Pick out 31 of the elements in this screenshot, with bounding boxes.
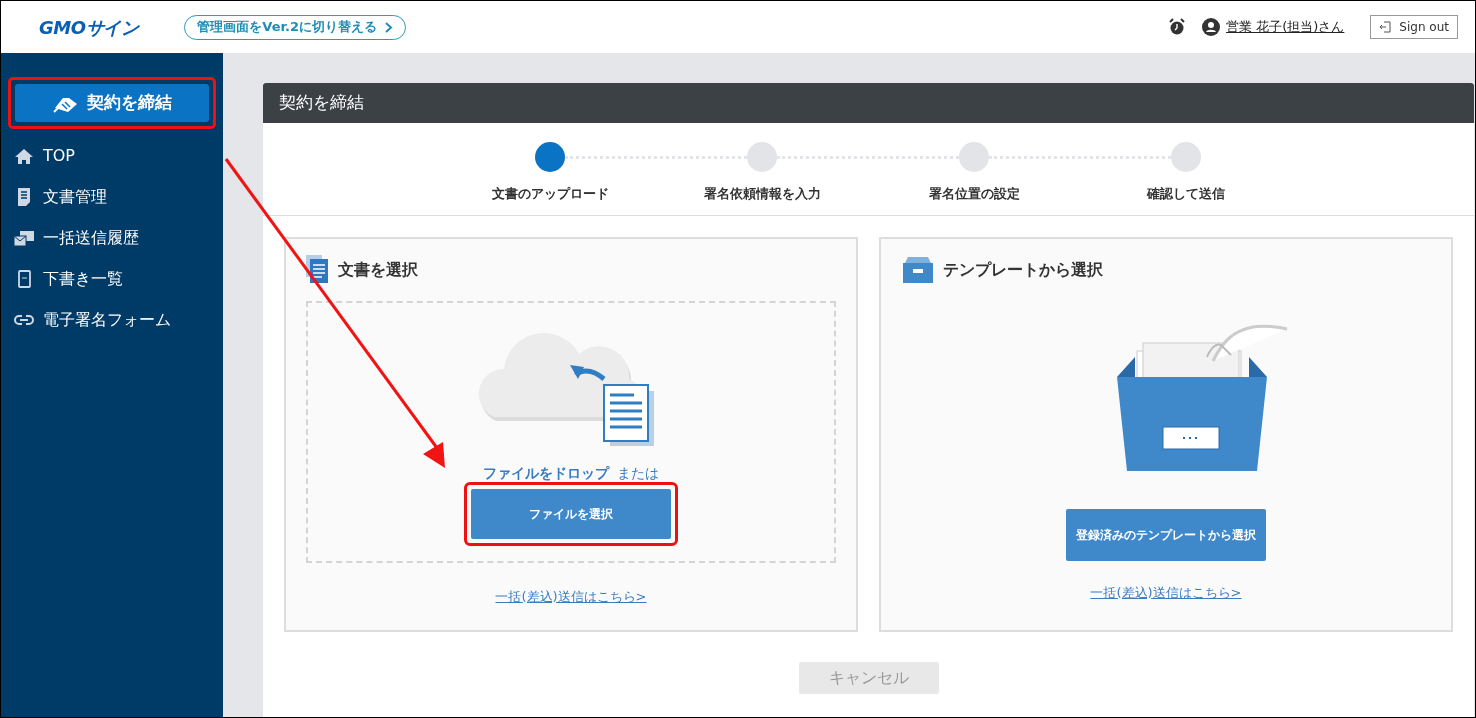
step-label: 署名位置の設定: [928, 186, 1020, 201]
sidebar-item[interactable]: 電子署名フォーム: [1, 299, 223, 340]
sign-out-button[interactable]: Sign out: [1370, 15, 1458, 39]
step-label: 署名依頼情報を入力: [703, 186, 821, 201]
file-drop-zone[interactable]: ファイルをドロップ または ファイルを選択: [306, 301, 836, 563]
conclude-contract-button[interactable]: 契約を締結: [15, 84, 209, 122]
sidebar-item[interactable]: 文書管理: [1, 176, 223, 217]
select-template-button[interactable]: 登録済みのテンプレートから選択: [1066, 509, 1266, 561]
mail-stack-icon: [14, 228, 34, 247]
user-name-link[interactable]: 営業 花子(担当)さん: [1226, 17, 1345, 37]
sidebar-item[interactable]: TOP: [1, 135, 223, 176]
drop-instruction: ファイルをドロップ: [483, 464, 609, 483]
card-title: テンプレートから選択: [943, 259, 1103, 281]
step-label: 文書のアップロード: [491, 186, 609, 201]
bulk-send-link[interactable]: 一括(差込)送信はこちら>: [1090, 583, 1242, 603]
home-icon: [14, 147, 34, 164]
user-avatar-icon: [1202, 18, 1221, 36]
alarm-clock-icon[interactable]: [1168, 18, 1187, 36]
sidebar-item[interactable]: 一括送信履歴: [1, 217, 223, 258]
chevron-right-icon: [385, 21, 393, 33]
panel-title: 契約を締結: [279, 91, 364, 115]
step-label: 確認して送信: [1147, 186, 1225, 201]
file-drawer-icon: [901, 255, 935, 285]
select-file-button[interactable]: ファイルを選択: [471, 489, 671, 539]
or-label: または: [617, 464, 659, 483]
sidebar-item[interactable]: 下書き一覧: [1, 258, 223, 299]
document-stack-icon: [306, 255, 330, 285]
logo: GMOサイン: [39, 15, 139, 40]
sign-out-icon: [1379, 21, 1392, 33]
bulk-send-link[interactable]: 一括(差込)送信はこちら>: [495, 587, 647, 607]
card-title: 文書を選択: [338, 259, 418, 281]
